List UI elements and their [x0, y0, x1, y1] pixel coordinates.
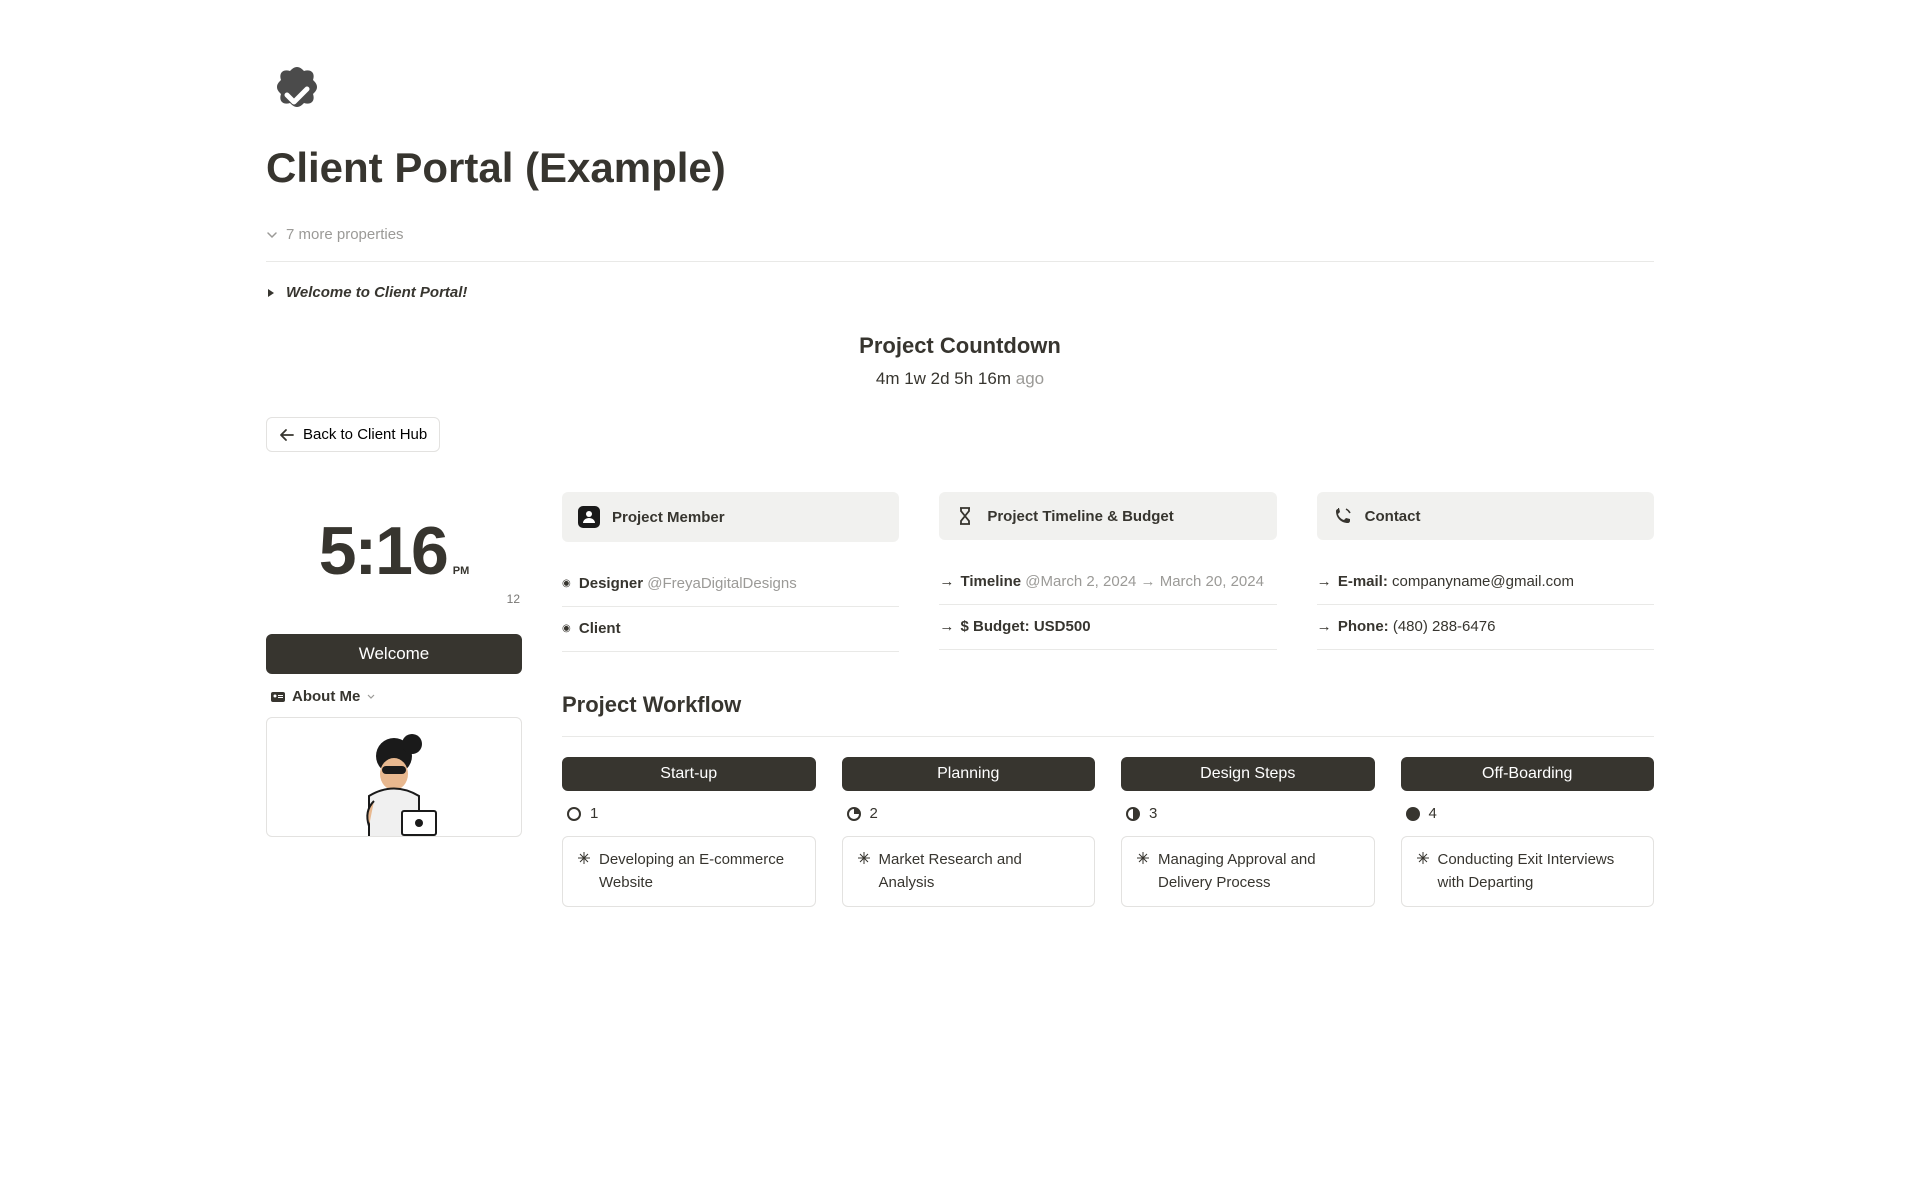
more-properties-toggle[interactable]: 7 more properties [266, 220, 1654, 249]
welcome-header: Welcome [266, 634, 522, 674]
clock-widget: 5:16PM 12 [266, 492, 522, 606]
circle-full-icon [1405, 806, 1421, 822]
stage-startup: Start-up 1 Developing an E-commerce Webs… [562, 757, 816, 907]
sparkle-icon [1136, 851, 1150, 865]
about-me-label: About Me [292, 688, 360, 705]
avatar-illustration [324, 726, 464, 837]
stage-card[interactable]: Developing an E-commerce Website [562, 836, 816, 907]
page-title: Client Portal (Example) [266, 144, 1654, 192]
hourglass-icon [955, 506, 975, 526]
phone-icon [1333, 506, 1353, 526]
welcome-toggle-label: Welcome to Client Portal! [286, 284, 467, 301]
chevron-down-icon [266, 229, 278, 241]
more-properties-label: 7 more properties [286, 226, 404, 243]
sparkle-icon [1416, 851, 1430, 865]
circle-half-icon [1125, 806, 1141, 822]
sparkle-icon [577, 851, 591, 865]
countdown-value: 4m 1w 2d 5h 16m ago [266, 369, 1654, 389]
stage-planning: Planning 2 Market Research and Analysis [842, 757, 1096, 907]
stage-status: 1 [562, 805, 816, 822]
stage-header: Off-Boarding [1401, 757, 1655, 791]
timeline-budget-card: Project Timeline & Budget → Timeline @Ma… [939, 492, 1276, 652]
stage-status: 2 [842, 805, 1096, 822]
page-icon [266, 64, 1654, 126]
stage-status: 4 [1401, 805, 1655, 822]
id-card-icon [270, 689, 286, 705]
welcome-toggle[interactable]: Welcome to Client Portal! [266, 280, 1654, 305]
circle-quarter-icon [846, 806, 862, 822]
email-row: → E-mail: companyname@gmail.com [1317, 560, 1654, 605]
stage-header: Planning [842, 757, 1096, 791]
budget-row: → $ Budget: USD500 [939, 605, 1276, 650]
stage-offboarding: Off-Boarding 4 Conducting Exit Interview… [1401, 757, 1655, 907]
chevron-down-icon [366, 692, 376, 702]
designer-row: ◉ Designer @FreyaDigitalDesigns [562, 562, 899, 607]
contact-title: Contact [1365, 508, 1421, 525]
circle-empty-icon [566, 806, 582, 822]
stage-card[interactable]: Market Research and Analysis [842, 836, 1096, 907]
divider [266, 261, 1654, 262]
back-button-label: Back to Client Hub [303, 426, 427, 443]
contact-card: Contact → E-mail: companyname@gmail.com … [1317, 492, 1654, 652]
avatar-card [266, 717, 522, 837]
countdown-title: Project Countdown [266, 333, 1654, 359]
stage-header: Start-up [562, 757, 816, 791]
timeline-row: → Timeline @March 2, 2024 → March 20, 20… [939, 560, 1276, 605]
person-icon [578, 506, 600, 528]
sparkle-icon [857, 851, 871, 865]
stage-design: Design Steps 3 Managing Approval and Del… [1121, 757, 1375, 907]
stage-header: Design Steps [1121, 757, 1375, 791]
workflow-title: Project Workflow [562, 692, 1654, 718]
member-title: Project Member [612, 509, 725, 526]
triangle-right-icon [266, 288, 276, 298]
stage-card[interactable]: Conducting Exit Interviews with Departin… [1401, 836, 1655, 907]
timeline-title: Project Timeline & Budget [987, 508, 1173, 525]
client-row: ◉ Client [562, 607, 899, 652]
about-me-toggle[interactable]: About Me [266, 688, 522, 705]
stage-status: 3 [1121, 805, 1375, 822]
back-button[interactable]: Back to Client Hub [266, 417, 440, 452]
divider [562, 736, 1654, 737]
stage-card[interactable]: Managing Approval and Delivery Process [1121, 836, 1375, 907]
project-member-card: Project Member ◉ Designer @FreyaDigitalD… [562, 492, 899, 652]
phone-row: → Phone: (480) 288-6476 [1317, 605, 1654, 650]
arrow-left-icon [279, 428, 295, 442]
